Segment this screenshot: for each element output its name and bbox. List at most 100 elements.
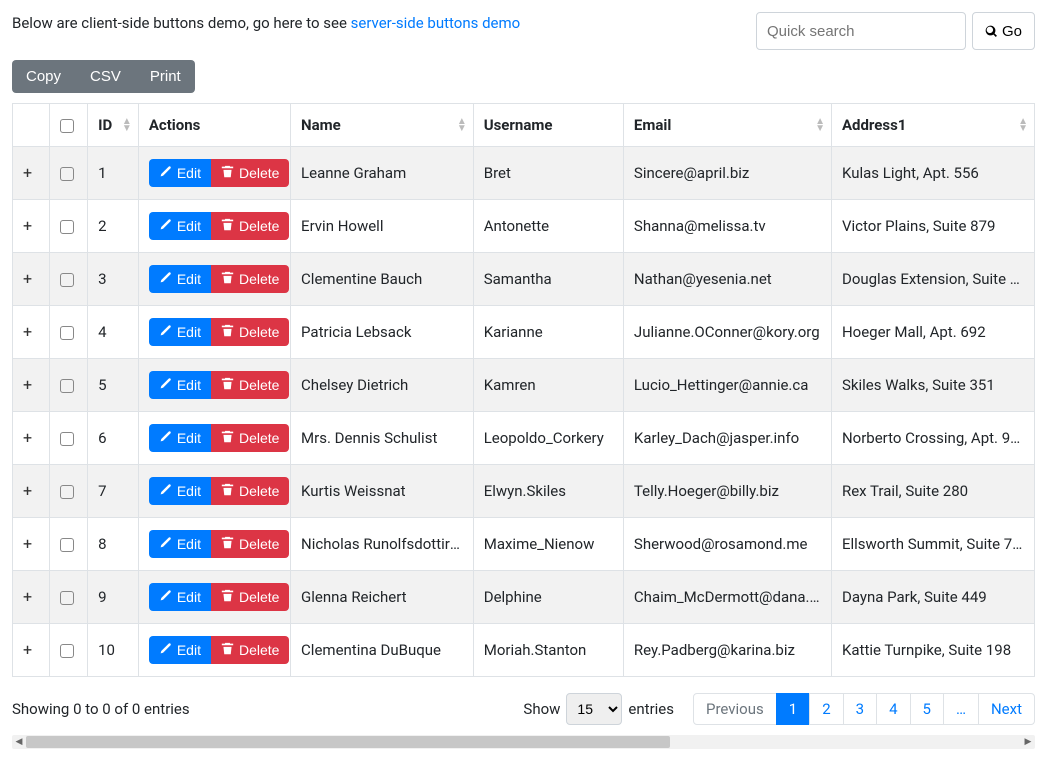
select-all-checkbox[interactable] <box>60 119 74 133</box>
col-username: Username <box>473 104 623 147</box>
row-checkbox[interactable] <box>60 591 74 605</box>
delete-button[interactable]: Delete <box>211 530 289 558</box>
edit-button[interactable]: Edit <box>149 159 211 187</box>
expand-button[interactable]: + <box>23 642 32 658</box>
page-5[interactable]: 5 <box>910 693 944 725</box>
delete-label: Delete <box>239 218 279 234</box>
edit-icon <box>159 377 172 393</box>
edit-button[interactable]: Edit <box>149 265 211 293</box>
delete-button[interactable]: Delete <box>211 265 289 293</box>
horizontal-scrollbar[interactable]: ◀ ▶ <box>12 735 1035 749</box>
row-checkbox[interactable] <box>60 379 74 393</box>
cell-email: Rey.Padberg@karina.biz <box>623 624 831 677</box>
print-button[interactable]: Print <box>135 60 195 93</box>
edit-button[interactable]: Edit <box>149 318 211 346</box>
cell-address1: Victor Plains, Suite 879 <box>831 200 1034 253</box>
expand-button[interactable]: + <box>23 271 32 287</box>
edit-icon <box>159 536 172 552</box>
page-next[interactable]: Next <box>978 693 1035 725</box>
edit-button[interactable]: Edit <box>149 530 211 558</box>
page-2[interactable]: 2 <box>809 693 843 725</box>
trash-icon <box>221 536 234 552</box>
row-checkbox[interactable] <box>60 326 74 340</box>
edit-button[interactable]: Edit <box>149 636 211 664</box>
edit-icon <box>159 324 172 340</box>
expand-button[interactable]: + <box>23 536 32 552</box>
expand-button[interactable]: + <box>23 377 32 393</box>
row-checkbox[interactable] <box>60 644 74 658</box>
edit-button[interactable]: Edit <box>149 371 211 399</box>
edit-label: Edit <box>177 430 201 446</box>
delete-button[interactable]: Delete <box>211 477 289 505</box>
cell-name: Clementine Bauch <box>291 253 474 306</box>
edit-button[interactable]: Edit <box>149 583 211 611</box>
edit-button[interactable]: Edit <box>149 212 211 240</box>
col-email[interactable]: Email▲▼ <box>623 104 831 147</box>
delete-button[interactable]: Delete <box>211 583 289 611</box>
search-input[interactable] <box>756 12 966 50</box>
cell-address1: Kulas Light, Apt. 556 <box>831 147 1034 200</box>
row-checkbox[interactable] <box>60 432 74 446</box>
delete-label: Delete <box>239 642 279 658</box>
page-size-select[interactable]: 15 <box>566 693 622 725</box>
expand-button[interactable]: + <box>23 589 32 605</box>
cell-name: Ervin Howell <box>291 200 474 253</box>
table-row: +1EditDeleteLeanne GrahamBretSincere@apr… <box>13 147 1035 200</box>
copy-button[interactable]: Copy <box>12 60 75 93</box>
page-3[interactable]: 3 <box>843 693 877 725</box>
trash-icon <box>221 642 234 658</box>
edit-label: Edit <box>177 271 201 287</box>
trash-icon <box>221 324 234 340</box>
cell-address1: Skiles Walks, Suite 351 <box>831 359 1034 412</box>
row-checkbox[interactable] <box>60 220 74 234</box>
delete-button[interactable]: Delete <box>211 212 289 240</box>
scroll-left-arrow[interactable]: ◀ <box>12 735 26 749</box>
edit-button[interactable]: Edit <box>149 424 211 452</box>
row-checkbox[interactable] <box>60 485 74 499</box>
table-row: +2EditDeleteErvin HowellAntonetteShanna@… <box>13 200 1035 253</box>
cell-username: Kamren <box>473 359 623 412</box>
expand-button[interactable]: + <box>23 430 32 446</box>
edit-icon <box>159 218 172 234</box>
expand-button[interactable]: + <box>23 324 32 340</box>
page-previous[interactable]: Previous <box>693 693 777 725</box>
delete-button[interactable]: Delete <box>211 159 289 187</box>
delete-label: Delete <box>239 430 279 446</box>
cell-email: Chaim_McDermott@dana.io <box>623 571 831 624</box>
expand-button[interactable]: + <box>23 483 32 499</box>
cell-id: 1 <box>88 147 139 200</box>
edit-button[interactable]: Edit <box>149 477 211 505</box>
server-side-demo-link[interactable]: server-side buttons demo <box>351 14 521 32</box>
delete-label: Delete <box>239 271 279 287</box>
page-4[interactable]: 4 <box>876 693 910 725</box>
table-row: +5EditDeleteChelsey DietrichKamrenLucio_… <box>13 359 1035 412</box>
cell-name: Nicholas Runolfsdottir V <box>291 518 474 571</box>
delete-button[interactable]: Delete <box>211 636 289 664</box>
scroll-right-arrow[interactable]: ▶ <box>1021 735 1035 749</box>
scroll-thumb[interactable] <box>26 736 670 748</box>
delete-button[interactable]: Delete <box>211 424 289 452</box>
row-checkbox[interactable] <box>60 273 74 287</box>
col-address1[interactable]: Address1▲▼ <box>831 104 1034 147</box>
expand-button[interactable]: + <box>23 165 32 181</box>
table-row: +7EditDeleteKurtis WeissnatElwyn.SkilesT… <box>13 465 1035 518</box>
delete-button[interactable]: Delete <box>211 371 289 399</box>
col-id[interactable]: ID▲▼ <box>88 104 139 147</box>
trash-icon <box>221 589 234 605</box>
cell-username: Samantha <box>473 253 623 306</box>
row-checkbox[interactable] <box>60 538 74 552</box>
page-…[interactable]: … <box>943 693 979 725</box>
row-checkbox[interactable] <box>60 167 74 181</box>
csv-button[interactable]: CSV <box>75 60 135 93</box>
page-1[interactable]: 1 <box>776 693 810 725</box>
expand-button[interactable]: + <box>23 218 32 234</box>
col-name[interactable]: Name▲▼ <box>291 104 474 147</box>
cell-address1: Hoeger Mall, Apt. 692 <box>831 306 1034 359</box>
table-row: +9EditDeleteGlenna ReichertDelphineChaim… <box>13 571 1035 624</box>
intro-text: Below are client-side buttons demo, go h… <box>12 12 520 32</box>
cell-name: Patricia Lebsack <box>291 306 474 359</box>
edit-label: Edit <box>177 642 201 658</box>
col-checkbox[interactable] <box>49 104 88 147</box>
go-button[interactable]: Go <box>972 12 1035 50</box>
delete-button[interactable]: Delete <box>211 318 289 346</box>
